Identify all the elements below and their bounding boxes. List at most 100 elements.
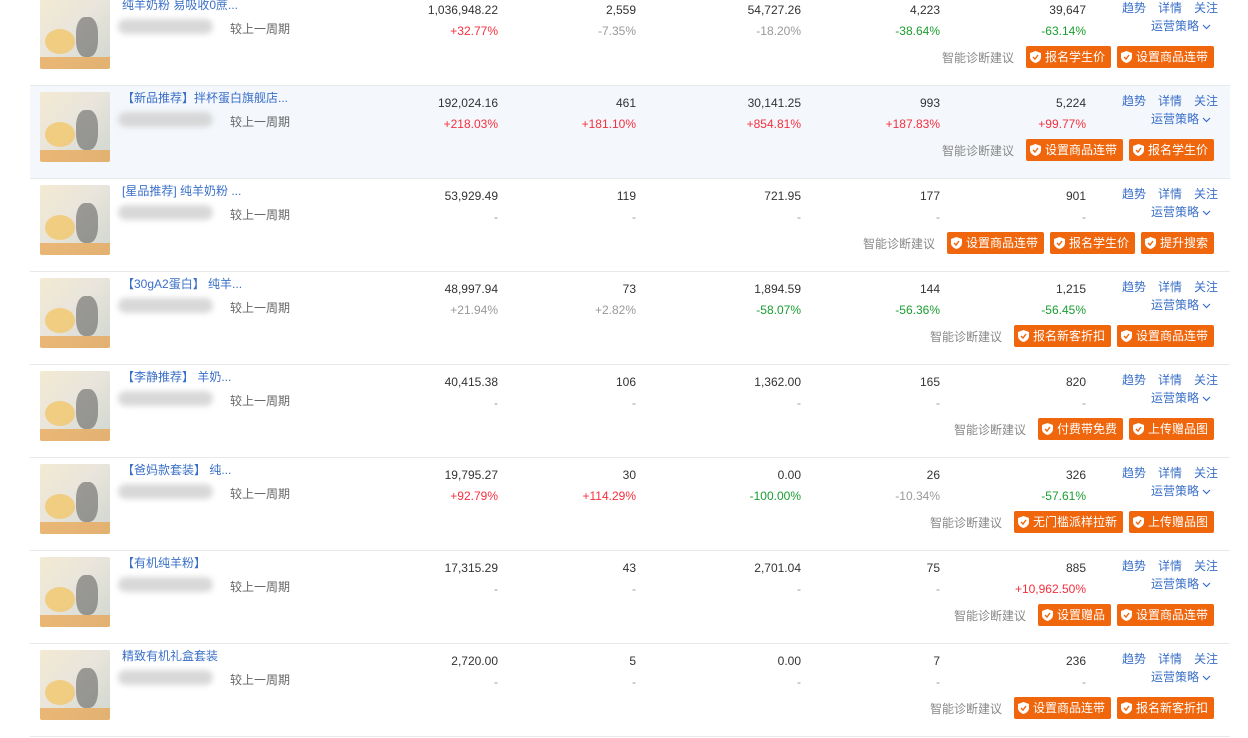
- diagnosis-label: 智能诊断建议: [862, 236, 935, 251]
- suggestion-button[interactable]: 设置商品连带: [1025, 139, 1123, 161]
- product-thumbnail[interactable]: [40, 371, 110, 441]
- redacted-shop-name: [118, 19, 213, 34]
- metric-change: +114.29%: [582, 489, 637, 503]
- product-title-link[interactable]: 【30gA2蛋白】 纯羊...: [122, 276, 297, 292]
- suggestion-button[interactable]: 报名学生价: [1128, 139, 1214, 161]
- detail-link[interactable]: 详情: [1158, 559, 1182, 573]
- metric-cell: 2,559 -7.35%: [496, 1, 636, 39]
- detail-link[interactable]: 详情: [1158, 280, 1182, 294]
- metric-value: 48,997.94: [444, 282, 498, 296]
- row-links: 趋势 详情 关注: [1122, 185, 1230, 202]
- detail-link[interactable]: 详情: [1158, 94, 1182, 108]
- product-thumbnail[interactable]: [40, 0, 110, 69]
- trend-link[interactable]: 趋势: [1122, 280, 1146, 294]
- strategy-dropdown[interactable]: 运营策略: [1151, 203, 1211, 220]
- follow-link[interactable]: 关注: [1194, 94, 1218, 108]
- suggestion-button[interactable]: 付费带免费: [1037, 418, 1123, 440]
- suggestion-button[interactable]: 报名学生价: [1025, 46, 1111, 68]
- detail-link[interactable]: 详情: [1158, 187, 1182, 201]
- suggestion-button-label: 设置商品连带: [1044, 143, 1117, 157]
- metric-cell: 0.00 -: [661, 652, 801, 690]
- product-thumbnail[interactable]: [40, 557, 110, 627]
- detail-link[interactable]: 详情: [1158, 466, 1182, 480]
- suggestion-button[interactable]: 报名新客折扣: [1013, 325, 1111, 347]
- product-thumbnail[interactable]: [40, 92, 110, 162]
- row-links: 趋势 详情 关注: [1122, 278, 1230, 295]
- follow-link[interactable]: 关注: [1194, 1, 1218, 15]
- metric-change: -: [936, 210, 940, 224]
- strategy-dropdown[interactable]: 运营策略: [1151, 389, 1211, 406]
- metric-change: +187.83%: [885, 117, 940, 131]
- strategy-dropdown[interactable]: 运营策略: [1151, 17, 1211, 34]
- metric-value: 1,036,948.22: [427, 3, 498, 17]
- suggestion-button[interactable]: 设置商品连带: [1116, 604, 1214, 626]
- shield-check-icon: [950, 237, 966, 249]
- metric-value: 75: [926, 561, 940, 575]
- metric-cell: 1,036,948.22 +32.77%: [358, 1, 498, 39]
- strategy-dropdown[interactable]: 运营策略: [1151, 668, 1211, 685]
- follow-link[interactable]: 关注: [1194, 466, 1218, 480]
- suggestion-button[interactable]: 报名新客折扣: [1116, 697, 1214, 719]
- trend-link[interactable]: 趋势: [1122, 466, 1146, 480]
- product-thumbnail[interactable]: [40, 185, 110, 255]
- follow-link[interactable]: 关注: [1194, 187, 1218, 201]
- metric-value: 2,559: [605, 3, 636, 17]
- product-title-link[interactable]: 【爸妈款套装】 纯...: [122, 462, 297, 478]
- trend-link[interactable]: 趋势: [1122, 1, 1146, 15]
- suggestion-button[interactable]: 设置商品连带: [1116, 46, 1214, 68]
- metric-value: 177: [919, 189, 940, 203]
- metric-value: 53,929.49: [444, 189, 498, 203]
- trend-link[interactable]: 趋势: [1122, 187, 1146, 201]
- product-title-link[interactable]: 【新品推荐】拌杯蛋白旗舰店...: [122, 90, 297, 106]
- trend-link[interactable]: 趋势: [1122, 652, 1146, 666]
- strategy-dropdown[interactable]: 运营策略: [1151, 482, 1211, 499]
- suggestion-button[interactable]: 上传赠品图: [1128, 511, 1214, 533]
- product-thumbnail[interactable]: [40, 650, 110, 720]
- shield-check-icon: [1029, 51, 1045, 63]
- suggestion-button[interactable]: 报名学生价: [1049, 232, 1135, 254]
- metric-change: -100.00%: [749, 489, 801, 503]
- product-thumbnail[interactable]: [40, 464, 110, 534]
- suggestion-button[interactable]: 设置商品连带: [1013, 697, 1111, 719]
- metric-value: 19,795.27: [444, 468, 498, 482]
- table-row: 【有机纯羊粉】 较上一周期 17,315.29-43-2,701.04-75-885…: [30, 551, 1230, 644]
- metric-change: -: [494, 675, 498, 689]
- follow-link[interactable]: 关注: [1194, 373, 1218, 387]
- product-title-link[interactable]: 【有机纯羊粉】: [122, 555, 297, 571]
- product-title-link[interactable]: 纯羊奶粉 易吸收0蔗...: [122, 0, 297, 13]
- metric-value: 820: [1065, 375, 1086, 389]
- suggestion-button[interactable]: 设置赠品: [1037, 604, 1111, 626]
- trend-link[interactable]: 趋势: [1122, 373, 1146, 387]
- suggestion-button[interactable]: 设置商品连带: [1116, 325, 1214, 347]
- suggestion-button[interactable]: 设置商品连带: [946, 232, 1044, 254]
- suggestion-button-label: 设置商品连带: [1135, 50, 1208, 64]
- detail-link[interactable]: 详情: [1158, 1, 1182, 15]
- detail-link[interactable]: 详情: [1158, 373, 1182, 387]
- metric-value: 326: [1065, 468, 1086, 482]
- follow-link[interactable]: 关注: [1194, 652, 1218, 666]
- follow-link[interactable]: 关注: [1194, 280, 1218, 294]
- product-thumbnail[interactable]: [40, 278, 110, 348]
- strategy-dropdown[interactable]: 运营策略: [1151, 110, 1211, 127]
- trend-link[interactable]: 趋势: [1122, 559, 1146, 573]
- product-title-link[interactable]: 【李静推荐】 羊奶...: [122, 369, 297, 385]
- follow-link[interactable]: 关注: [1194, 559, 1218, 573]
- trend-link[interactable]: 趋势: [1122, 94, 1146, 108]
- chevron-down-icon: [1199, 484, 1211, 498]
- metric-cell: 54,727.26 -18.20%: [661, 1, 801, 39]
- metric-cell: 1,894.59 -58.07%: [661, 280, 801, 318]
- suggestion-button[interactable]: 无门槛派样拉新: [1013, 511, 1123, 533]
- metric-value: 1,362.00: [754, 375, 801, 389]
- product-title-link[interactable]: 精致有机礼盒套装: [122, 648, 297, 664]
- metric-change: +2.82%: [594, 303, 636, 317]
- chevron-down-icon: [1199, 205, 1211, 219]
- strategy-dropdown[interactable]: 运营策略: [1151, 575, 1211, 592]
- suggestion-button[interactable]: 提升搜索: [1140, 232, 1214, 254]
- metric-value: 993: [919, 96, 940, 110]
- suggestion-button[interactable]: 上传赠品图: [1128, 418, 1214, 440]
- detail-link[interactable]: 详情: [1158, 652, 1182, 666]
- product-title-link[interactable]: [星品推荐] 纯羊奶粉 ...: [122, 183, 297, 199]
- metric-change: -: [936, 396, 940, 410]
- strategy-dropdown[interactable]: 运营策略: [1151, 296, 1211, 313]
- metric-cell: 165 -: [800, 373, 940, 411]
